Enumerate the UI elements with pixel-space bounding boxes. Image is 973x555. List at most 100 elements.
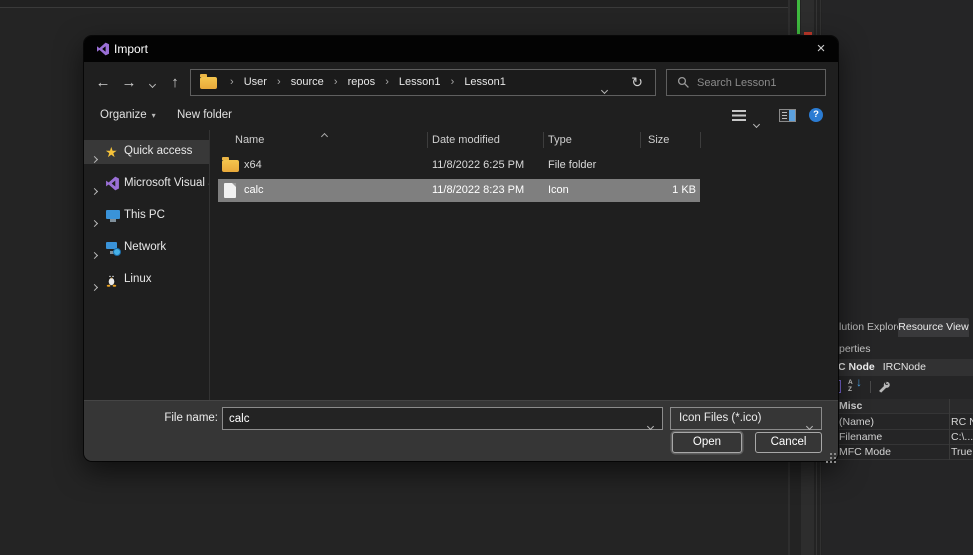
new-folder-button[interactable]: New folder — [177, 109, 232, 121]
vs-change-indicator-red — [804, 32, 812, 35]
properties-panel-title: perties — [839, 343, 871, 355]
breadcrumb-separator: › — [334, 70, 338, 95]
expand-chevron-icon[interactable] — [92, 277, 97, 292]
property-row[interactable]: Filename C:\...\ — [822, 430, 973, 445]
recent-locations-chevron-icon[interactable] — [144, 72, 160, 94]
file-type: File folder — [548, 154, 596, 177]
change-view-icon[interactable] — [732, 110, 746, 122]
column-header-size[interactable]: Size — [648, 130, 669, 150]
file-date: 11/8/2022 8:23 PM — [432, 179, 524, 202]
breadcrumb-item-lesson1[interactable]: Lesson1 — [399, 76, 441, 88]
expand-chevron-icon[interactable] — [92, 245, 97, 260]
back-button[interactable]: ← — [92, 72, 114, 94]
open-button[interactable]: Open — [672, 432, 742, 453]
search-input[interactable] — [697, 71, 821, 94]
address-dropdown-chevron-icon[interactable] — [602, 80, 607, 98]
navigation-sidebar: ★ Quick access Microsoft Visual Stu This… — [84, 130, 209, 400]
column-divider[interactable] — [640, 132, 641, 148]
monitor-icon — [105, 208, 121, 224]
sidebar-item-linux[interactable]: Linux — [84, 268, 209, 292]
dialog-toolbar: Organize▾ New folder ? — [84, 104, 838, 130]
breadcrumb-item-source[interactable]: source — [291, 76, 324, 88]
up-button[interactable]: ↑ — [164, 72, 186, 94]
column-divider[interactable] — [427, 132, 428, 148]
file-name-input[interactable] — [229, 409, 639, 428]
expand-chevron-icon[interactable] — [92, 149, 97, 164]
network-icon — [105, 240, 121, 256]
file-row-calc-selected[interactable]: calc 11/8/2022 8:23 PM Icon 1 KB — [210, 179, 822, 202]
column-header-type[interactable]: Type — [548, 130, 572, 150]
dialog-title: Import — [114, 42, 148, 56]
property-name: Filename — [839, 431, 882, 443]
property-name: (Name) — [839, 416, 874, 428]
sidebar-item-quick-access[interactable]: ★ Quick access — [84, 140, 209, 164]
file-size: 1 KB — [648, 179, 696, 202]
forward-button[interactable]: → — [118, 72, 140, 94]
filter-value: Icon Files (*.ico) — [679, 412, 761, 424]
file-row-x64[interactable]: x64 11/8/2022 6:25 PM File folder — [210, 154, 822, 177]
column-header-name[interactable]: Name — [235, 130, 264, 150]
expand-chevron-icon[interactable] — [92, 181, 97, 196]
vs-editor-top-strip — [0, 0, 789, 8]
sidebar-item-this-pc[interactable]: This PC — [84, 204, 209, 228]
breadcrumb-item-user[interactable]: User — [244, 76, 267, 88]
address-bar[interactable]: › User › source › repos › Lesson1 › Less… — [190, 69, 656, 96]
column-divider[interactable] — [700, 132, 701, 148]
expand-chevron-icon[interactable] — [92, 213, 97, 228]
folder-icon — [200, 77, 217, 89]
breadcrumb-separator: › — [277, 70, 281, 95]
breadcrumb-separator: › — [451, 70, 455, 95]
refresh-icon[interactable]: ↻ — [631, 70, 643, 95]
sort-alphabetical-icon[interactable]: AZ↓ — [848, 379, 864, 395]
file-name-dropdown-chevron-icon[interactable] — [648, 416, 653, 434]
selected-node-header: C Node IRCNode — [822, 359, 973, 376]
property-row[interactable]: MFC Mode True — [822, 445, 973, 460]
dialog-footer: File name: Icon Files (*.ico) Open Cance… — [84, 400, 838, 461]
preview-pane-icon[interactable] — [779, 109, 796, 122]
breadcrumb-item-lesson1-2[interactable]: Lesson1 — [464, 76, 506, 88]
sidebar-item-microsoft-visual-studio[interactable]: Microsoft Visual Stu — [84, 172, 209, 196]
sidebar-item-network[interactable]: Network — [84, 236, 209, 260]
resize-grip[interactable] — [830, 453, 832, 455]
organize-caret-icon: ▾ — [152, 111, 156, 120]
search-icon — [677, 76, 690, 94]
close-icon[interactable]: × — [810, 39, 832, 59]
property-category-row[interactable]: Misc — [822, 399, 973, 414]
wrench-icon[interactable] — [877, 380, 890, 396]
property-grid-divider — [949, 399, 950, 460]
sort-ascending-icon — [322, 126, 327, 144]
column-header-date-modified[interactable]: Date modified — [432, 130, 500, 150]
penguin-icon — [105, 272, 121, 288]
tab-solution-explorer[interactable]: lution Explorer — [839, 321, 906, 333]
property-name: MFC Mode — [839, 446, 891, 458]
file-type-filter-dropdown[interactable]: Icon Files (*.ico) — [670, 407, 822, 430]
file-type: Icon — [548, 179, 569, 202]
vs-change-indicator-green — [797, 0, 800, 34]
cancel-button[interactable]: Cancel — [755, 432, 822, 453]
node-label: C Node — [838, 361, 875, 373]
visual-studio-icon — [105, 176, 121, 192]
file-icon — [224, 183, 236, 198]
breadcrumb-separator: › — [385, 70, 389, 95]
property-value[interactable]: C:\...\ — [951, 430, 973, 445]
property-value[interactable]: RC No — [951, 415, 973, 430]
organize-button[interactable]: Organize▾ — [100, 109, 156, 121]
node-value: IRCNode — [883, 361, 926, 373]
search-box[interactable] — [666, 69, 826, 96]
tab-resource-view[interactable]: Resource View — [898, 318, 969, 337]
vs-properties-panel: lution Explorer Resource View perties C … — [822, 318, 973, 555]
file-name: calc — [244, 179, 264, 202]
help-icon[interactable]: ? — [809, 108, 823, 122]
star-icon: ★ — [105, 144, 121, 160]
breadcrumb-item-repos[interactable]: repos — [348, 76, 376, 88]
properties-toolbar: AZ↓ — [822, 378, 973, 397]
column-divider[interactable] — [543, 132, 544, 148]
import-dialog: Import × ← → ↑ › User › source › repos ›… — [84, 36, 838, 461]
property-value[interactable]: True — [951, 445, 972, 460]
property-row[interactable]: (Name) RC No — [822, 415, 973, 430]
file-name-combobox[interactable] — [222, 407, 663, 430]
file-date: 11/8/2022 6:25 PM — [432, 154, 524, 177]
dialog-titlebar[interactable]: Import × — [84, 36, 838, 62]
file-name: x64 — [244, 154, 262, 177]
view-dropdown-chevron-icon[interactable] — [754, 114, 759, 132]
